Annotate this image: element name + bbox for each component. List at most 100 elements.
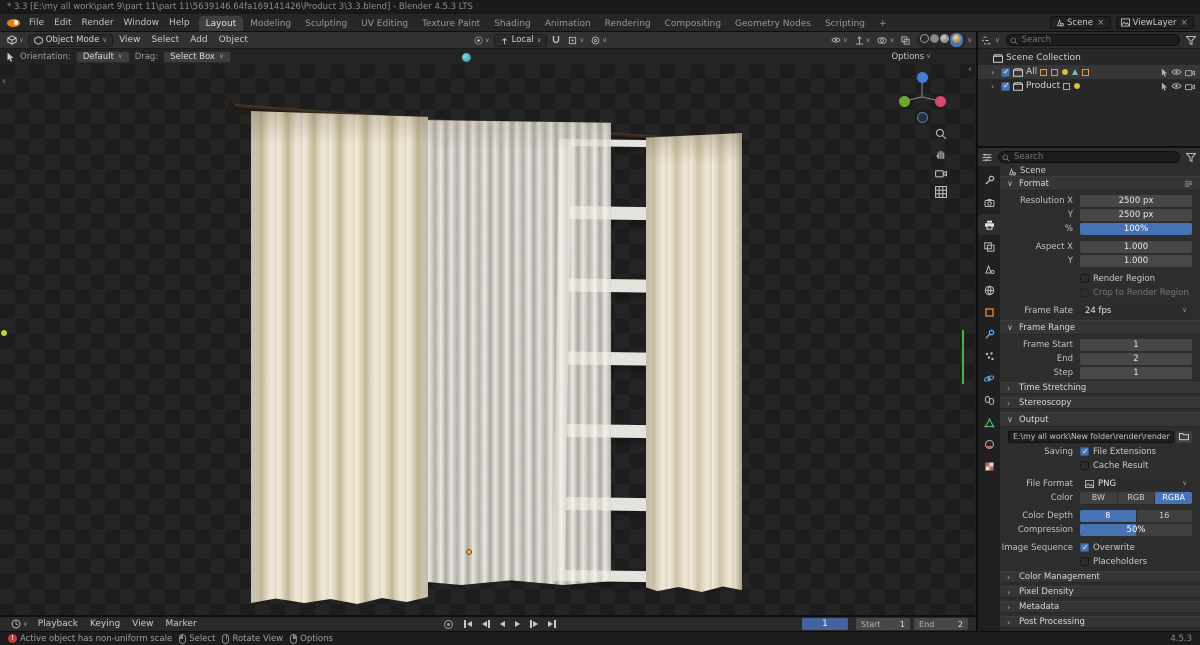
overwrite-checkbox[interactable]: Overwrite	[1080, 543, 1192, 553]
shading-material-button[interactable]	[940, 34, 950, 46]
resolution-y-field[interactable]: 2500 px	[1080, 208, 1192, 221]
color-rgb-button[interactable]: RGB	[1117, 491, 1155, 504]
play-reverse-button[interactable]	[496, 620, 509, 628]
transform-orientation-selector[interactable]: Local ∨	[493, 33, 548, 47]
menu-object[interactable]: Object	[214, 35, 253, 45]
color-bw-button[interactable]: BW	[1080, 491, 1117, 504]
show-gizmo-toggle[interactable]: ∨	[852, 34, 874, 47]
tab-object[interactable]	[978, 302, 1000, 323]
menu-help[interactable]: Help	[164, 14, 195, 31]
menu-view[interactable]: View	[114, 35, 145, 45]
time-stretching-section-header[interactable]: › Time Stretching	[1000, 382, 1200, 394]
xray-toggle[interactable]	[898, 34, 913, 47]
mode-selector[interactable]: Object Mode ∨	[27, 33, 114, 47]
rod-finial-left[interactable]	[228, 102, 235, 109]
menu-window[interactable]: Window	[119, 14, 165, 31]
shading-rendered-button[interactable]	[950, 33, 964, 47]
editor-type-selector[interactable]: ∨	[4, 34, 27, 47]
tab-scene[interactable]	[978, 258, 1000, 279]
expand-arrow-icon[interactable]: ›	[991, 68, 998, 77]
workspace-tab-rendering[interactable]: Rendering	[598, 16, 658, 31]
shading-dropdown-icon[interactable]: ∨	[967, 37, 972, 44]
snap-settings-selector[interactable]: ∨	[565, 34, 587, 47]
tool-orientation-selector[interactable]: Default ∨	[75, 50, 130, 63]
play-button[interactable]	[511, 620, 524, 628]
unlink-scene-button[interactable]: ×	[1096, 18, 1106, 28]
tab-render[interactable]	[978, 192, 1000, 213]
outliner-editor-icon[interactable]	[982, 36, 992, 45]
sidebar-expand-arrow[interactable]: ‹	[968, 64, 972, 75]
frame-rate-dropdown[interactable]: 24 fps ∨	[1080, 304, 1192, 317]
aspect-y-field[interactable]: 1.000	[1080, 254, 1192, 267]
workspace-tab-shading[interactable]: Shading	[487, 16, 538, 31]
output-section-header[interactable]: ∨ Output	[1000, 412, 1200, 427]
tab-particles[interactable]	[978, 346, 1000, 367]
tab-object-data[interactable]	[978, 412, 1000, 433]
menu-render[interactable]: Render	[77, 14, 119, 31]
toolbar-expand-arrow[interactable]: ‹	[2, 76, 6, 87]
menu-edit[interactable]: Edit	[49, 14, 76, 31]
workspace-tab-layout[interactable]: Layout	[198, 16, 244, 31]
navigation-gizmo[interactable]	[894, 69, 950, 125]
frame-start-field[interactable]: 1	[1080, 338, 1192, 351]
previous-keyframe-button[interactable]	[478, 619, 494, 629]
stereoscopy-section-header[interactable]: › Stereoscopy	[1000, 397, 1200, 409]
hide-eye-icon[interactable]	[1171, 82, 1182, 90]
tab-world[interactable]	[978, 280, 1000, 301]
render-region-checkbox[interactable]: Render Region	[1080, 274, 1192, 284]
workspace-tab-scripting[interactable]: Scripting	[818, 16, 872, 31]
selectable-cursor-icon[interactable]	[1161, 82, 1168, 91]
workspace-tab-sculpting[interactable]: Sculpting	[298, 16, 354, 31]
resolution-percentage-slider[interactable]: 100%	[1080, 222, 1192, 235]
tab-output[interactable]	[978, 214, 1000, 235]
menu-timeline-view[interactable]: View	[127, 619, 158, 629]
frame-step-field[interactable]: 1	[1080, 366, 1192, 379]
tab-material[interactable]	[978, 434, 1000, 455]
menu-select[interactable]: Select	[146, 35, 184, 45]
frame-end-field[interactable]: 2	[1080, 352, 1192, 365]
tab-constraints[interactable]	[978, 390, 1000, 411]
object-type-visibility-selector[interactable]: ∨	[828, 34, 851, 47]
snap-toggle[interactable]	[548, 34, 564, 47]
browse-output-path-button[interactable]	[1176, 430, 1192, 443]
properties-search-input[interactable]	[998, 151, 1180, 163]
scene-selector[interactable]: Scene ×	[1050, 16, 1111, 29]
properties-editor-icon[interactable]	[982, 153, 992, 162]
color-management-section-header[interactable]: › Color Management	[1000, 571, 1200, 583]
next-keyframe-button[interactable]	[526, 619, 542, 629]
viewlayer-selector[interactable]: ViewLayer ×	[1115, 16, 1194, 29]
filter-funnel-icon[interactable]	[1186, 35, 1196, 45]
tab-tool[interactable]	[978, 170, 1000, 191]
disable-render-camera-icon[interactable]	[1185, 82, 1195, 91]
metadata-section-header[interactable]: › Metadata	[1000, 601, 1200, 613]
blender-logo-icon[interactable]	[6, 17, 22, 29]
aspect-x-field[interactable]: 1.000	[1080, 240, 1192, 253]
gizmo-z-axis[interactable]	[916, 71, 928, 83]
drag-mode-selector[interactable]: Select Box ∨	[163, 50, 231, 63]
workspace-tab-modeling[interactable]: Modeling	[243, 16, 298, 31]
file-extensions-checkbox[interactable]: File Extensions	[1080, 447, 1192, 457]
shading-wireframe-button[interactable]	[920, 34, 930, 46]
collection-exclude-checkbox[interactable]	[1001, 81, 1010, 91]
placeholders-checkbox[interactable]: Placeholders	[1080, 557, 1192, 567]
tab-modifiers[interactable]	[978, 324, 1000, 345]
pixel-density-section-header[interactable]: › Pixel Density	[1000, 586, 1200, 598]
gizmo-negative-z-axis[interactable]	[916, 111, 928, 123]
camera-view-icon[interactable]	[935, 168, 947, 178]
hide-eye-icon[interactable]	[1171, 68, 1182, 76]
depth-8-button[interactable]: 8	[1080, 509, 1136, 522]
workspace-tab-compositing[interactable]: Compositing	[658, 16, 728, 31]
selectable-cursor-icon[interactable]	[1161, 68, 1168, 77]
workspace-tab-texture-paint[interactable]: Texture Paint	[415, 16, 487, 31]
gizmo-x-axis[interactable]	[934, 95, 946, 107]
format-presets-icon[interactable]	[1184, 180, 1193, 188]
menu-file[interactable]: File	[24, 14, 49, 31]
right-curtain-object[interactable]	[646, 133, 742, 592]
frame-range-section-header[interactable]: ∨ Frame Range	[1000, 320, 1200, 335]
frame-end-field[interactable]: End 2	[914, 618, 969, 630]
menu-playback[interactable]: Playback	[33, 619, 83, 629]
file-format-dropdown[interactable]: PNG ∨	[1080, 477, 1192, 490]
outliner-search-input[interactable]	[1005, 34, 1180, 46]
proportional-editing-selector[interactable]: ∨	[588, 34, 610, 47]
outliner-row-collection-product[interactable]: › Product	[978, 79, 1200, 93]
